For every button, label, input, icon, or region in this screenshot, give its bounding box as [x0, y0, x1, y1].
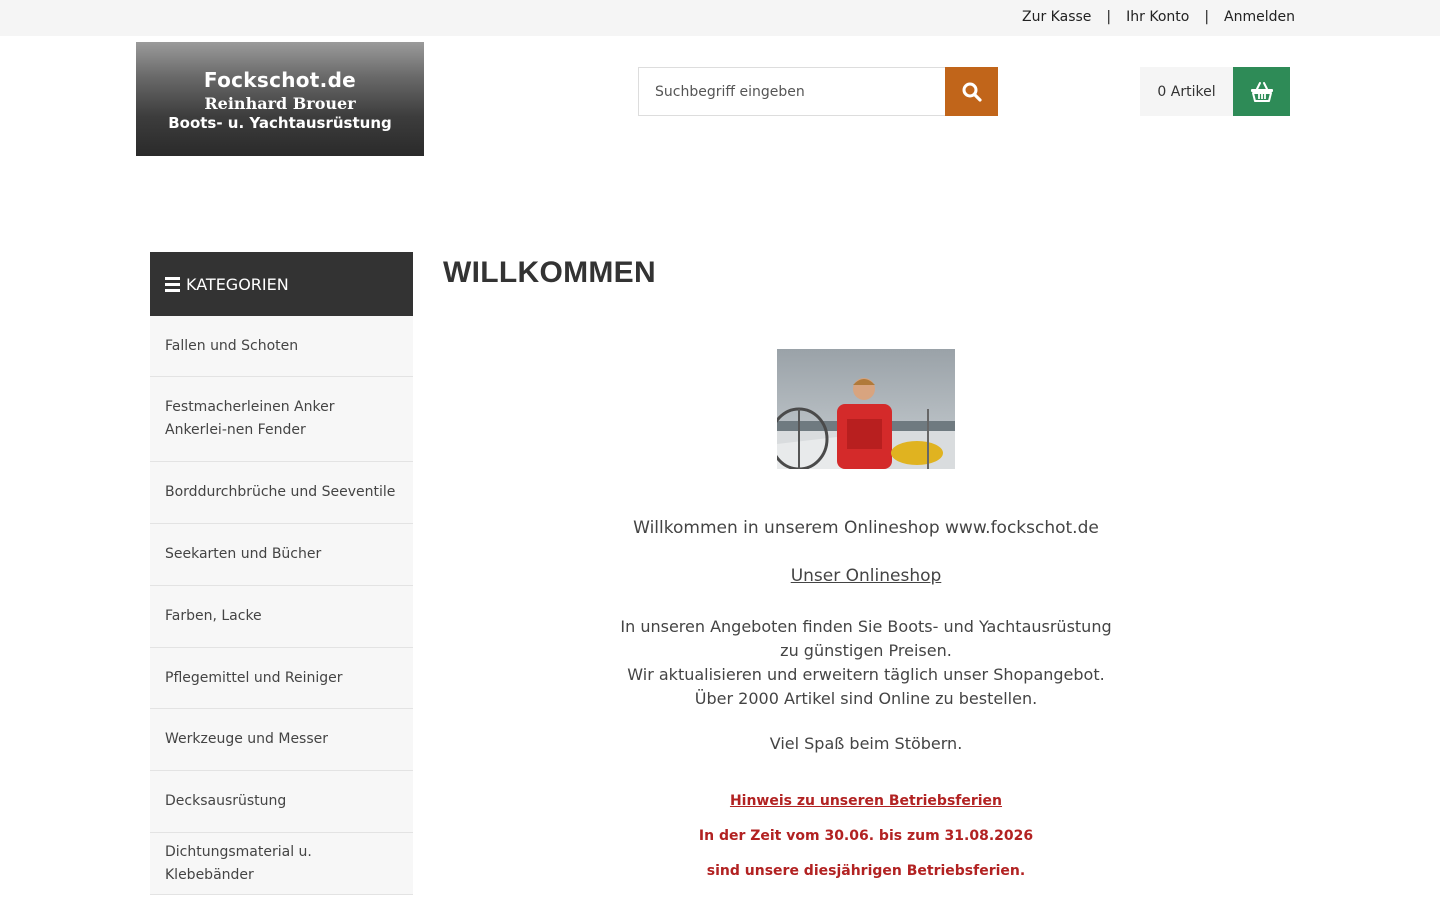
main-content: WILLKOMMEN Willkommen in unserem Onlines…: [443, 252, 1289, 879]
category-sidebar: KATEGORIEN Fallen und Schoten Festmacher…: [150, 252, 413, 895]
logo-owner: Reinhard Brouer: [204, 94, 356, 113]
account-link[interactable]: Ihr Konto: [1126, 9, 1189, 25]
intro-line: Wir aktualisieren und erweitern täglich …: [627, 665, 1105, 684]
category-item[interactable]: Decksausrüstung: [150, 771, 413, 833]
onlineshop-link[interactable]: Unser Onlineshop: [791, 566, 942, 586]
login-link[interactable]: Anmelden: [1224, 9, 1295, 25]
category-item[interactable]: Werkzeuge und Messer: [150, 709, 413, 771]
search-icon: [962, 82, 982, 102]
holiday-notice-heading: Hinweis zu unseren Betriebsferien: [443, 793, 1289, 809]
category-heading: KATEGORIEN: [186, 274, 289, 294]
category-item[interactable]: Borddurchbrüche und Seeventile: [150, 462, 413, 524]
intro-line: zu günstigen Preisen.: [780, 641, 952, 660]
checkout-link[interactable]: Zur Kasse: [1022, 9, 1091, 25]
browse-text: Viel Spaß beim Stöbern.: [769, 734, 963, 753]
holiday-notice-link[interactable]: Hinweis zu unseren Betriebsferien: [730, 793, 1002, 809]
top-bar: Zur Kasse | Ihr Konto | Anmelden: [0, 0, 1440, 36]
cart-widget[interactable]: 0 Artikel: [1140, 67, 1290, 116]
intro-paragraph: In unseren Angeboten finden Sie Boots- u…: [443, 615, 1289, 711]
menu-icon: [165, 276, 180, 292]
category-item[interactable]: Pflegemittel und Reiniger: [150, 648, 413, 709]
holiday-note: sind unsere diesjährigen Betriebsferien.: [706, 863, 1026, 879]
logo-tagline: Boots- u. Yachtausrüstung: [168, 114, 392, 132]
intro-line: Über 2000 Artikel sind Online zu bestell…: [694, 689, 1038, 708]
top-navigation: Zur Kasse | Ihr Konto | Anmelden: [1022, 9, 1295, 25]
cart-count[interactable]: 0 Artikel: [1140, 67, 1233, 116]
category-item[interactable]: Seekarten und Bücher: [150, 524, 413, 586]
category-item[interactable]: Fallen und Schoten: [150, 316, 413, 377]
onlineshop-heading: Unser Onlineshop: [443, 566, 1289, 586]
category-header[interactable]: KATEGORIEN: [150, 252, 413, 316]
category-list: Fallen und Schoten Festmacherleinen Anke…: [150, 316, 413, 895]
search-bar: [638, 67, 998, 116]
search-input[interactable]: [638, 67, 945, 116]
page-title: WILLKOMMEN: [443, 256, 656, 289]
holiday-dates: In der Zeit vom 30.06. bis zum 31.08.202…: [698, 828, 1034, 844]
welcome-text: Willkommen in unserem Onlineshop www.foc…: [633, 518, 1099, 538]
site-logo[interactable]: Fockschot.de Reinhard Brouer Boots- u. Y…: [136, 42, 424, 156]
category-item[interactable]: Dichtungsmaterial u. Klebebänder: [150, 833, 413, 895]
sailor-photo: [777, 349, 955, 469]
category-item[interactable]: Festmacherleinen Anker Ankerlei-nen Fend…: [150, 377, 413, 462]
logo-title: Fockschot.de: [203, 68, 357, 92]
category-item[interactable]: Farben, Lacke: [150, 586, 413, 648]
basket-icon: [1250, 81, 1273, 102]
nav-separator: |: [1106, 9, 1112, 25]
intro-line: In unseren Angeboten finden Sie Boots- u…: [620, 617, 1112, 636]
nav-separator: |: [1204, 9, 1210, 25]
cart-button[interactable]: [1233, 67, 1290, 116]
search-button[interactable]: [945, 67, 998, 116]
